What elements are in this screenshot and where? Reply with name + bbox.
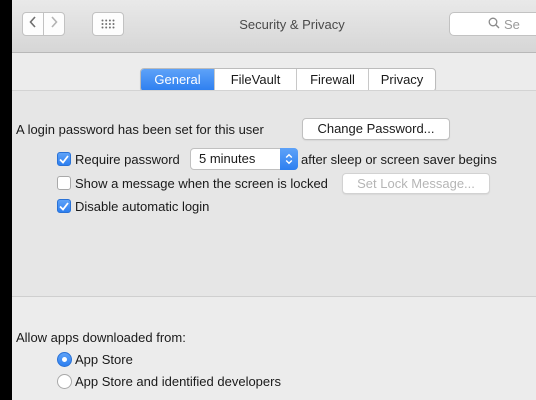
password-delay-value: 5 minutes [199,151,256,166]
chevron-right-icon [50,15,58,33]
login-password-text: A login password has been set for this u… [16,122,264,137]
radio-app-store-identified-label: App Store and identified developers [75,374,281,389]
radio-app-store-label: App Store [75,352,133,367]
tab-general[interactable]: General [141,69,215,91]
updown-arrows-icon [280,148,298,170]
radio-selected-dot [62,357,67,362]
search-placeholder: Se [504,16,520,32]
show-all-button[interactable] [92,12,124,36]
set-lock-message-button[interactable]: Set Lock Message... [342,173,490,194]
tab-privacy[interactable]: Privacy [369,69,435,91]
grid-icon [101,17,115,32]
radio-app-store[interactable] [57,352,72,367]
require-password-suffix: after sleep or screen saver begins [301,152,497,167]
show-message-checkbox[interactable] [57,176,71,190]
require-password-label: Require password [75,152,180,167]
require-password-checkbox[interactable] [57,152,71,166]
section-divider [12,296,536,297]
search-field[interactable]: Se [449,12,536,36]
disable-auto-login-label: Disable automatic login [75,199,210,214]
tab-bar: General FileVault Firewall Privacy [140,68,436,92]
chevron-left-icon [29,15,37,33]
forward-button[interactable] [43,12,65,36]
security-privacy-window: Security & Privacy Se General FileVault … [12,0,536,400]
password-delay-select[interactable]: 5 minutes [190,148,298,170]
window-title: Security & Privacy [239,17,345,32]
back-button[interactable] [22,12,44,36]
allow-apps-heading: Allow apps downloaded from: [16,330,186,345]
title-bar: Security & Privacy Se [12,0,536,53]
disable-auto-login-checkbox[interactable] [57,199,71,213]
checkmark-icon [59,199,69,214]
radio-app-store-identified[interactable] [57,374,72,389]
tab-filevault[interactable]: FileVault [215,69,297,91]
tab-firewall[interactable]: Firewall [297,69,369,91]
checkmark-icon [59,152,69,167]
search-icon [488,17,504,32]
show-message-label: Show a message when the screen is locked [75,176,328,191]
change-password-button[interactable]: Change Password... [302,118,450,140]
